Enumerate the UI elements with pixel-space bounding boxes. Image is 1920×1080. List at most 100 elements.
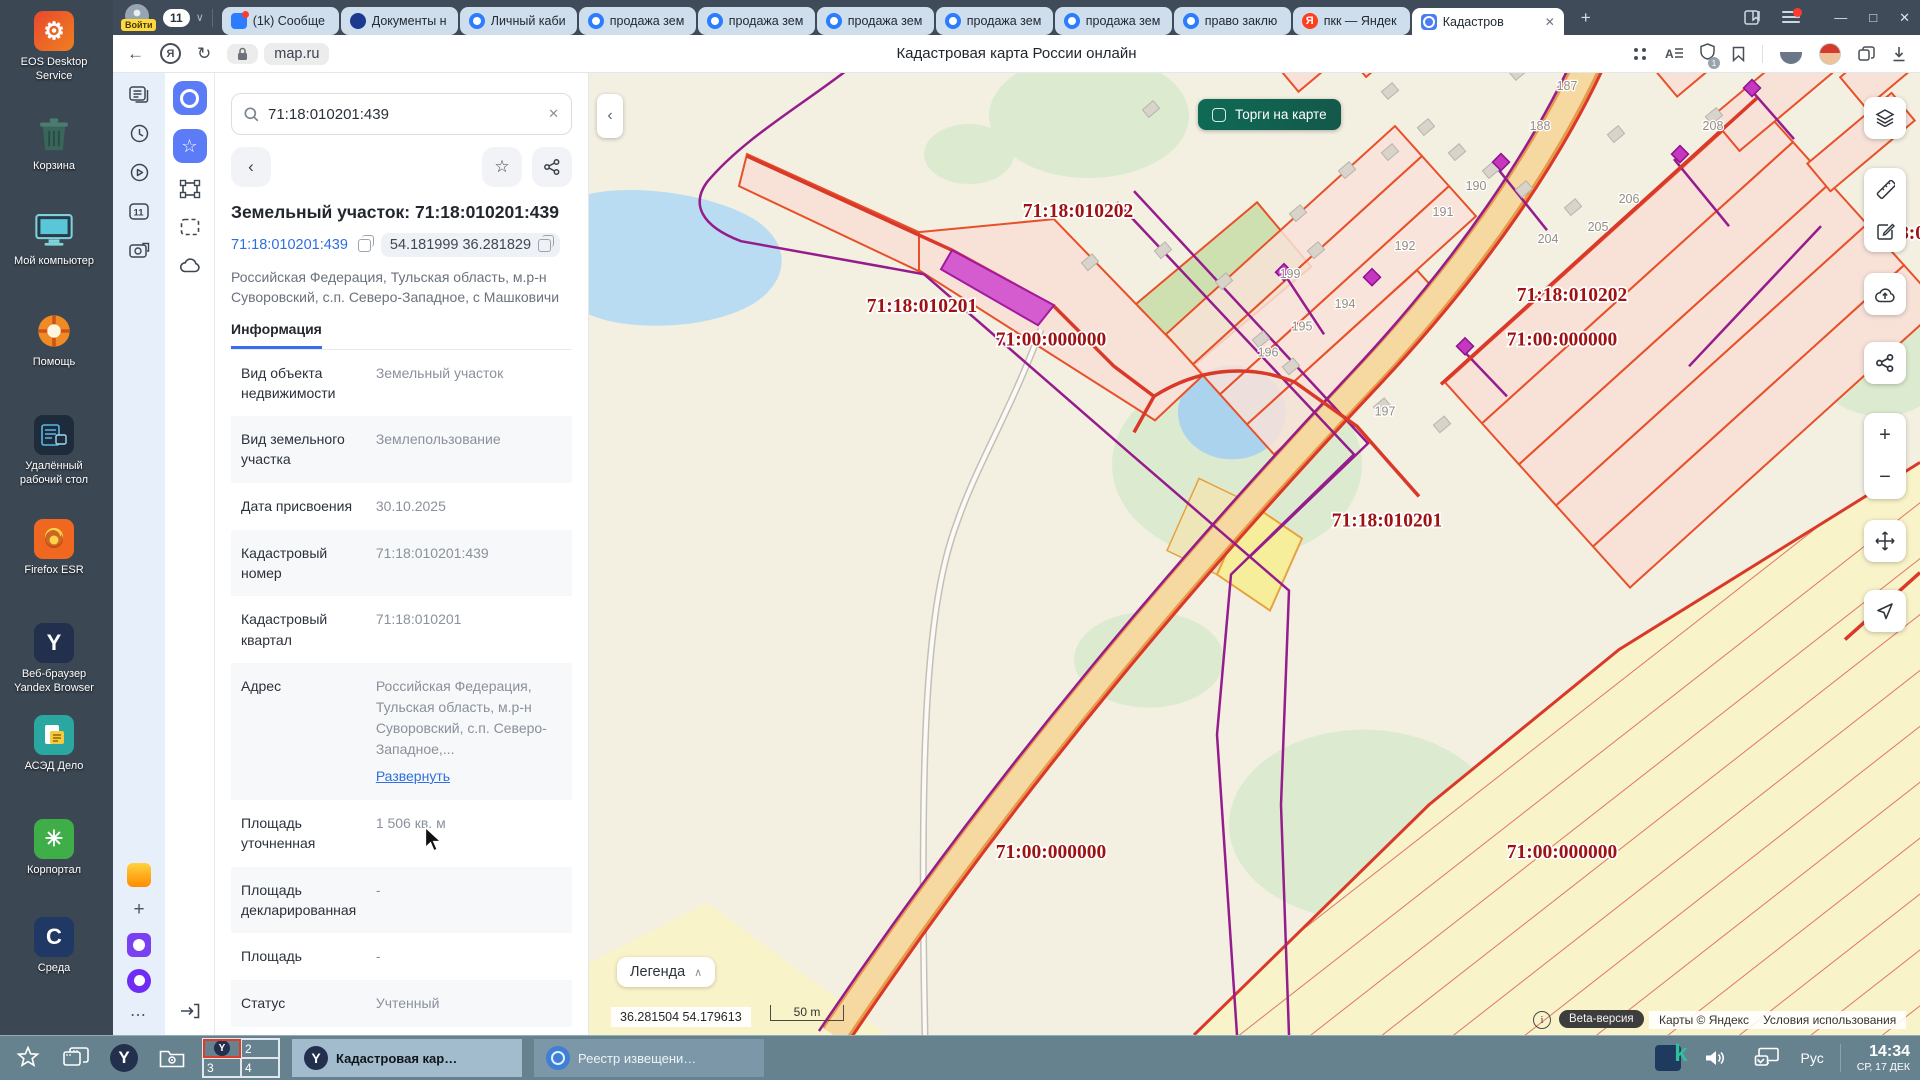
close-button[interactable]: ✕	[1899, 10, 1910, 26]
desktop-icon-yandex-browser[interactable]: Y Веб-браузер Yandex Browser	[2, 623, 106, 696]
favorites-button[interactable]: ☆	[173, 129, 207, 163]
messenger-icon[interactable]	[127, 933, 151, 957]
cloud-icon[interactable]	[178, 253, 202, 277]
translate-reader-icon[interactable]: A	[1665, 46, 1683, 61]
desktop-icon-remote-desktop[interactable]: Удалённый рабочий стол	[2, 415, 106, 488]
volume-icon[interactable]	[1697, 1040, 1733, 1076]
torgi-checkbox[interactable]	[1212, 108, 1226, 122]
map-app-logo[interactable]	[173, 81, 207, 115]
ruler-button[interactable]	[1864, 168, 1906, 210]
tab-messages[interactable]: (1k) Сообще	[222, 7, 339, 35]
desktop-icon-korportal[interactable]: ✳ Корпортал	[2, 819, 106, 878]
copy-icon[interactable]	[538, 239, 551, 252]
kontur-tray-icon[interactable]: k	[1655, 1045, 1681, 1071]
search-input[interactable]: 71:18:010201:439 ✕	[231, 93, 572, 135]
panel-back-button[interactable]: ‹	[231, 147, 271, 187]
keyboard-layout[interactable]: Рус	[1801, 1050, 1824, 1066]
taskbar-yandex-icon[interactable]: Y	[106, 1040, 142, 1076]
folder-viewer-icon[interactable]	[154, 1040, 190, 1076]
workspace-4[interactable]: 4	[241, 1058, 279, 1077]
cadastral-number-link[interactable]: 71:18:010201:439	[231, 237, 348, 253]
measure-area-icon[interactable]	[178, 177, 202, 201]
alice-app-icon[interactable]	[127, 969, 151, 993]
desktop-icon-asd-delo[interactable]: АСЭД Дело	[2, 715, 106, 774]
taskbar-window-registry[interactable]: Реестр извещени…	[534, 1039, 764, 1077]
panel-collapse-button[interactable]: ‹	[597, 94, 623, 138]
workspace-3[interactable]: 3	[203, 1058, 241, 1077]
desktop-icon-help[interactable]: Помощь	[2, 311, 106, 370]
login-exit-icon[interactable]	[178, 999, 202, 1023]
copy-icon[interactable]	[358, 239, 371, 252]
zoom-in-button[interactable]: +	[1864, 414, 1906, 456]
back-button[interactable]: ←	[127, 44, 144, 64]
torgi-toggle-button[interactable]: Торги на карте	[1198, 99, 1341, 130]
map-canvas[interactable]: 187188 208190 191192 194195 196199 20620…	[589, 73, 1920, 1035]
login-badge[interactable]: Войти	[121, 19, 156, 32]
tab-law[interactable]: право заклю	[1174, 7, 1291, 35]
start-menu-icon[interactable]	[10, 1040, 46, 1076]
share-button[interactable]	[532, 147, 572, 187]
displays-icon[interactable]	[1749, 1040, 1785, 1076]
refresh-button[interactable]: ↻	[197, 44, 211, 64]
clock[interactable]: 14:34 СР, 17 ДЕК	[1857, 1043, 1910, 1073]
info-icon[interactable]: i	[1533, 1011, 1551, 1029]
desktop-icon-firefox[interactable]: Firefox ESR	[2, 519, 106, 578]
profile-button[interactable]: Войти	[121, 2, 155, 34]
workspace-1-active[interactable]: Y	[203, 1039, 241, 1058]
play-icon[interactable]	[128, 161, 150, 183]
protect-shield-icon[interactable]: 1	[1700, 43, 1715, 65]
tab-land-sale-3[interactable]: продажа зем	[817, 7, 934, 35]
beta-badge[interactable]: Beta-версия	[1559, 1010, 1644, 1028]
tab-groups-icon[interactable]	[1744, 10, 1762, 26]
desktop-icon-computer[interactable]: Мой компьютер	[2, 210, 106, 269]
expand-link[interactable]: Развернуть	[376, 766, 562, 787]
workspace-2[interactable]: 2	[241, 1039, 279, 1058]
new-tab-button[interactable]: +	[1573, 5, 1599, 31]
terms-link[interactable]: Условия использования	[1763, 1013, 1896, 1027]
show-windows-icon[interactable]	[58, 1040, 94, 1076]
cadastral-map[interactable]: 187188 208190 191192 194195 196199 20620…	[589, 73, 1920, 1035]
calendar-icon[interactable]: 11	[128, 200, 150, 222]
tab-personal-account[interactable]: Личный каби	[460, 7, 577, 35]
pan-button[interactable]	[1864, 520, 1906, 562]
yandex-home-icon[interactable]: Я	[160, 43, 181, 64]
locate-button[interactable]	[1864, 590, 1906, 632]
more-icon[interactable]: ⋯	[130, 1005, 148, 1025]
minimize-button[interactable]: —	[1834, 10, 1847, 26]
mail-icon[interactable]	[127, 863, 151, 887]
panels-icon[interactable]	[128, 83, 150, 105]
layers-button[interactable]	[1864, 97, 1906, 139]
taskbar-window-cadastral-map[interactable]: Y Кадастровая кар…	[292, 1039, 522, 1077]
maximize-button[interactable]: □	[1869, 10, 1877, 26]
shared-tabs-icon[interactable]	[1858, 46, 1875, 61]
chevron-down-icon[interactable]: ∨	[196, 11, 204, 24]
draw-button[interactable]	[1864, 210, 1906, 252]
tab-land-sale-5[interactable]: продажа зем	[1055, 7, 1172, 35]
address-bar[interactable]: map.ru	[264, 43, 329, 65]
screenshot-icon[interactable]	[128, 239, 150, 261]
browser-menu-icon[interactable]	[1782, 11, 1800, 25]
tab-pkk-yandex[interactable]: Япкк — Яндек	[1293, 7, 1410, 35]
tab-counter[interactable]: 11	[163, 9, 190, 27]
user-avatar-icon[interactable]	[1819, 43, 1841, 65]
add-panel-icon[interactable]: +	[133, 899, 144, 921]
tab-close-icon[interactable]: ✕	[1545, 15, 1555, 29]
tab-documents[interactable]: Документы н	[341, 7, 458, 35]
zoom-out-button[interactable]: −	[1864, 456, 1906, 498]
tab-information[interactable]: Информация	[231, 321, 322, 349]
history-icon[interactable]	[128, 122, 150, 144]
desktop-icon-sreda[interactable]: С Среда	[2, 917, 106, 976]
alice-icon[interactable]	[1780, 52, 1802, 64]
desktop-icon-trash[interactable]: Корзина	[2, 115, 106, 174]
tab-land-sale-4[interactable]: продажа зем	[936, 7, 1053, 35]
tab-land-sale-2[interactable]: продажа зем	[698, 7, 815, 35]
search-clear-icon[interactable]: ✕	[548, 106, 559, 122]
upload-button[interactable]	[1864, 273, 1906, 315]
legend-button[interactable]: Легенда ∧	[617, 957, 715, 987]
workspace-pager[interactable]: Y 2 3 4	[202, 1038, 280, 1078]
map-share-button[interactable]	[1864, 342, 1906, 384]
downloads-icon[interactable]	[1892, 46, 1906, 62]
tab-land-sale-1[interactable]: продажа зем	[579, 7, 696, 35]
extensions-grid-icon[interactable]	[1632, 46, 1648, 62]
site-security-lock[interactable]	[227, 44, 258, 64]
